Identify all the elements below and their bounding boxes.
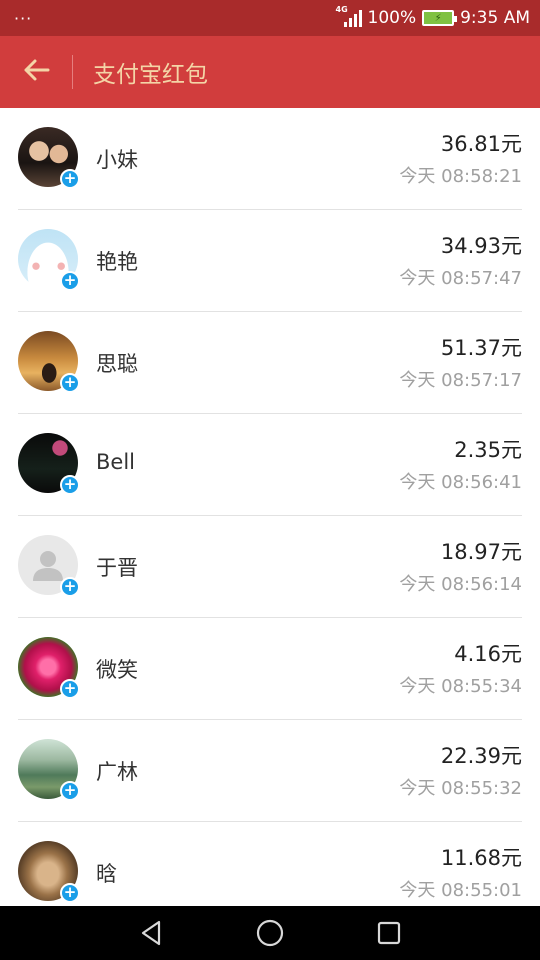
list-item[interactable]: + Bell 2.35元 今天 08:56:41	[0, 414, 540, 516]
add-friend-icon[interactable]: +	[60, 169, 80, 189]
sender-name: 微笑	[96, 658, 138, 682]
sender-name: 广林	[96, 760, 138, 784]
header-divider	[72, 55, 73, 89]
avatar[interactable]: +	[18, 535, 80, 597]
add-friend-icon[interactable]: +	[60, 271, 80, 291]
app-header: 支付宝红包	[0, 36, 540, 108]
page-title: 支付宝红包	[93, 62, 208, 88]
sender-name: 晗	[96, 862, 117, 886]
nav-back-icon[interactable]	[137, 919, 165, 947]
battery-charging-icon: ⚡	[422, 10, 458, 26]
avatar[interactable]: +	[18, 331, 80, 393]
timestamp: 今天 08:57:47	[399, 268, 522, 289]
signal-icon: 4G	[336, 5, 362, 29]
list-item[interactable]: + 于晋 18.97元 今天 08:56:14	[0, 516, 540, 618]
sender-name: 于晋	[96, 556, 138, 580]
add-friend-icon[interactable]: +	[60, 679, 80, 699]
avatar[interactable]: +	[18, 127, 80, 189]
status-bar: ··· 4G 100% ⚡ 9:35 AM	[0, 0, 540, 36]
amount: 2.35元	[454, 438, 522, 462]
avatar[interactable]: +	[18, 637, 80, 699]
list-item[interactable]: + 小妹 36.81元 今天 08:58:21	[0, 108, 540, 210]
amount: 22.39元	[440, 744, 522, 768]
timestamp: 今天 08:58:21	[399, 166, 522, 187]
timestamp: 今天 08:55:34	[399, 676, 522, 697]
timestamp: 今天 08:55:01	[399, 880, 522, 901]
timestamp: 今天 08:56:41	[399, 472, 522, 493]
amount: 11.68元	[440, 846, 522, 870]
nav-home-icon[interactable]	[255, 918, 285, 948]
back-button[interactable]	[0, 36, 72, 108]
list-item[interactable]: + 晗 11.68元 今天 08:55:01	[0, 822, 540, 906]
add-friend-icon[interactable]: +	[60, 475, 80, 495]
timestamp: 今天 08:57:17	[399, 370, 522, 391]
add-friend-icon[interactable]: +	[60, 373, 80, 393]
sender-name: 艳艳	[96, 250, 138, 274]
battery-percent: 100%	[367, 8, 417, 28]
timestamp: 今天 08:55:32	[399, 778, 522, 799]
sender-name: 小妹	[96, 148, 138, 172]
avatar[interactable]: +	[18, 433, 80, 495]
nav-recents-icon[interactable]	[375, 919, 403, 947]
avatar[interactable]: +	[18, 229, 80, 291]
amount: 36.81元	[440, 132, 522, 156]
clock: 9:35 AM	[460, 8, 530, 28]
amount: 18.97元	[440, 540, 522, 564]
amount: 51.37元	[440, 336, 522, 360]
menu-dots-icon: ···	[14, 8, 33, 28]
system-nav-bar	[0, 906, 540, 960]
avatar[interactable]: +	[18, 841, 80, 903]
list-item[interactable]: + 思聪 51.37元 今天 08:57:17	[0, 312, 540, 414]
sender-name: 思聪	[96, 352, 138, 376]
arrow-left-icon	[22, 55, 50, 90]
list-item[interactable]: + 微笑 4.16元 今天 08:55:34	[0, 618, 540, 720]
red-packet-list: + 小妹 36.81元 今天 08:58:21 + 艳艳 34.93元 今天 0…	[0, 108, 540, 906]
amount: 34.93元	[440, 234, 522, 258]
sender-name: Bell	[96, 450, 135, 474]
timestamp: 今天 08:56:14	[399, 574, 522, 595]
add-friend-icon[interactable]: +	[60, 781, 80, 801]
add-friend-icon[interactable]: +	[60, 577, 80, 597]
avatar[interactable]: +	[18, 739, 80, 801]
add-friend-icon[interactable]: +	[60, 883, 80, 903]
amount: 4.16元	[454, 642, 522, 666]
list-item[interactable]: + 广林 22.39元 今天 08:55:32	[0, 720, 540, 822]
list-item[interactable]: + 艳艳 34.93元 今天 08:57:47	[0, 210, 540, 312]
